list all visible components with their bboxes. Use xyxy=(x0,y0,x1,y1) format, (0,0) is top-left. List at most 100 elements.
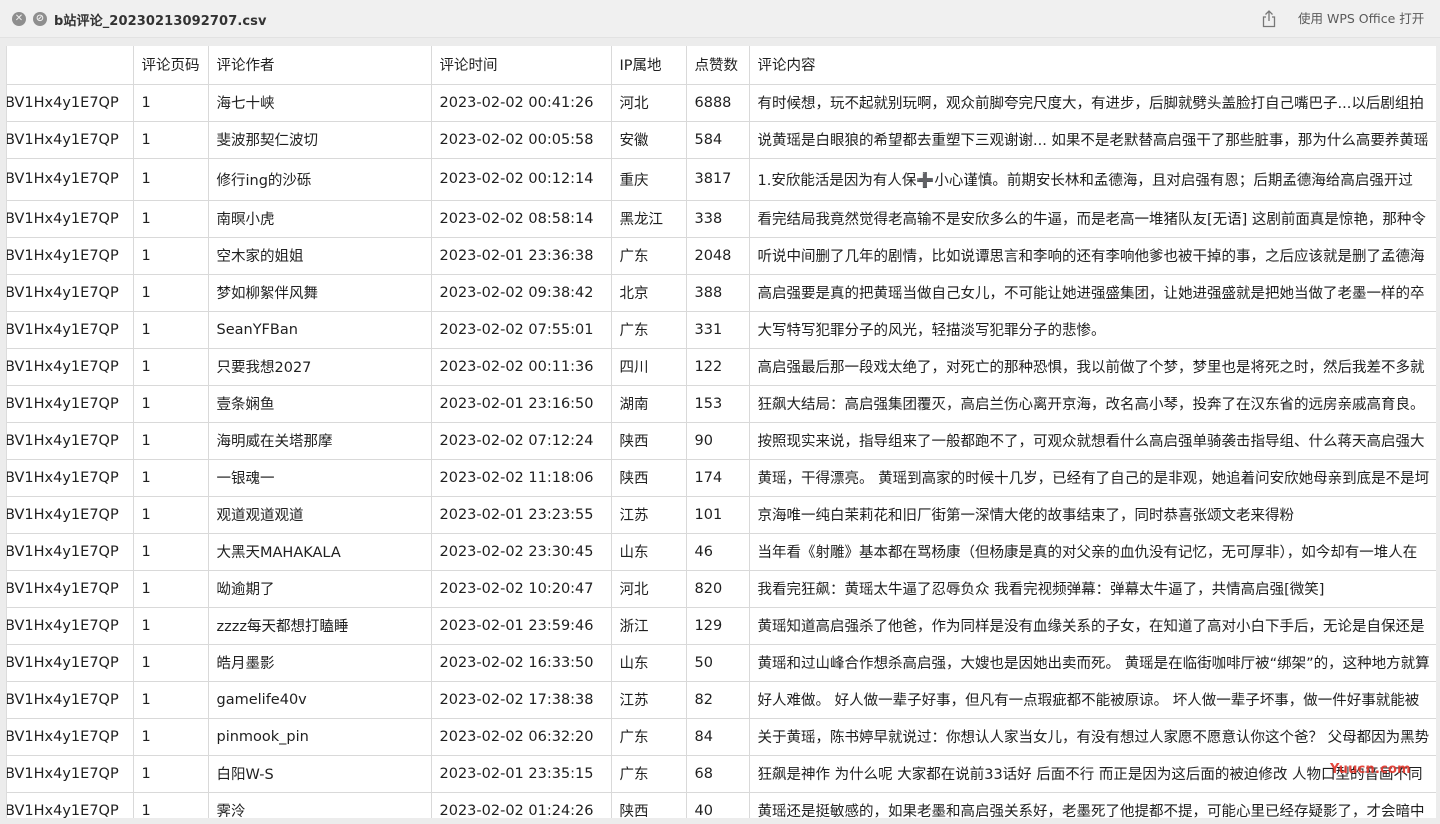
cell-ip[interactable]: 山东 xyxy=(611,533,687,571)
cell-video-id[interactable]: BV1Hx4y1E7QP xyxy=(7,792,134,818)
cell-ip[interactable]: 浙江 xyxy=(611,607,687,645)
cell-time[interactable]: 2023-02-01 23:35:15 xyxy=(431,755,612,793)
cell-time[interactable]: 2023-02-02 00:12:14 xyxy=(431,158,612,201)
cell-likes[interactable]: 584 xyxy=(686,121,750,159)
cell-time[interactable]: 2023-02-02 17:38:38 xyxy=(431,681,612,719)
cell-likes[interactable]: 174 xyxy=(686,459,750,497)
cell-content[interactable]: 京海唯一纯白茉莉花和旧厂街第一深情大佬的故事结束了，同时恭喜张颂文老来得粉 xyxy=(749,496,1436,534)
cell-author[interactable]: 修行ing的沙砾 xyxy=(208,158,432,201)
table-row[interactable]: BV1Hx4y1E7QP 1 梦如柳絮伴风舞 2023-02-02 09:38:42 北… xyxy=(7,274,1436,312)
cell-content[interactable]: 好人难做。 好人做一辈子好事，但凡有一点瑕疵都不能被原谅。 坏人做一辈子坏事，做… xyxy=(749,681,1436,719)
table-row[interactable]: BV1Hx4y1E7QP 1 一银魂一 2023-02-02 11:18:06 陕西 17… xyxy=(7,459,1436,497)
cell-author[interactable]: 海明威在关塔那摩 xyxy=(208,422,432,460)
cell-video-id[interactable]: BV1Hx4y1E7QP xyxy=(7,533,134,571)
cell-content[interactable]: 黄瑶，干得漂亮。 黄瑶到高家的时候十几岁，已经有了自己的是非观，她追着问安欣她母… xyxy=(749,459,1436,497)
header-cell-video-id[interactable] xyxy=(7,46,134,85)
cell-ip[interactable]: 安徽 xyxy=(611,121,687,159)
cell-author[interactable]: 空木家的姐姐 xyxy=(208,237,432,275)
cell-author[interactable]: gamelife40v xyxy=(208,681,432,719)
open-with-wps-button[interactable]: 使用 WPS Office 打开 xyxy=(1292,8,1430,30)
cell-content[interactable]: 说黄瑶是白眼狼的希望都去重塑下三观谢谢... 如果不是老默替高启强干了那些脏事，… xyxy=(749,121,1436,159)
table-row[interactable]: BV1Hx4y1E7QP 1 修行ing的沙砾 2023-02-02 00:12:14… xyxy=(7,158,1436,201)
cell-time[interactable]: 2023-02-01 23:23:55 xyxy=(431,496,612,534)
cell-video-id[interactable]: BV1Hx4y1E7QP xyxy=(7,84,134,122)
table-row[interactable]: BV1Hx4y1E7QP 1 海明威在关塔那摩 2023-02-02 07:12:24… xyxy=(7,422,1436,460)
cell-video-id[interactable]: BV1Hx4y1E7QP xyxy=(7,644,134,682)
cell-likes[interactable]: 820 xyxy=(686,570,750,608)
cell-ip[interactable]: 陕西 xyxy=(611,422,687,460)
cell-time[interactable]: 2023-02-01 23:16:50 xyxy=(431,385,612,423)
cell-video-id[interactable]: BV1Hx4y1E7QP xyxy=(7,570,134,608)
cell-page[interactable]: 1 xyxy=(133,533,209,571)
cell-content[interactable]: 1.安欣能活是因为有人保➕小心谨慎。前期安长林和孟德海，且对启强有恩；后期孟德海… xyxy=(749,158,1436,201)
cell-video-id[interactable]: BV1Hx4y1E7QP xyxy=(7,755,134,793)
cell-likes[interactable]: 122 xyxy=(686,348,750,386)
cell-time[interactable]: 2023-02-02 16:33:50 xyxy=(431,644,612,682)
header-cell-ip[interactable]: IP属地 xyxy=(611,46,687,85)
cell-page[interactable]: 1 xyxy=(133,607,209,645)
cell-video-id[interactable]: BV1Hx4y1E7QP xyxy=(7,385,134,423)
cell-content[interactable]: 我看完狂飙：黄瑶太牛逼了忍辱负众 我看完视频弹幕：弹幕太牛逼了，共情高启强[微笑… xyxy=(749,570,1436,608)
cell-ip[interactable]: 广东 xyxy=(611,755,687,793)
cell-content[interactable]: 当年看《射雕》基本都在骂杨康（但杨康是真的对父亲的血仇没有记忆，无可厚非），如今… xyxy=(749,533,1436,571)
cell-content[interactable]: 高启强要是真的把黄瑶当做自己女儿，不可能让她进强盛集团，让她进强盛就是把她当做了… xyxy=(749,274,1436,312)
cell-author[interactable]: 白阳W-S xyxy=(208,755,432,793)
cell-likes[interactable]: 84 xyxy=(686,718,750,756)
cell-page[interactable]: 1 xyxy=(133,718,209,756)
cell-likes[interactable]: 331 xyxy=(686,311,750,349)
cell-likes[interactable]: 68 xyxy=(686,755,750,793)
cell-ip[interactable]: 陕西 xyxy=(611,459,687,497)
cell-ip[interactable]: 黑龙江 xyxy=(611,200,687,238)
table-row[interactable]: BV1Hx4y1E7QP 1 南暝小虎 2023-02-02 08:58:14 黑龙江 3… xyxy=(7,200,1436,238)
spreadsheet-view[interactable]: 评论页码 评论作者 评论时间 IP属地 点赞数 评论内容 BV1Hx4y1E7Q… xyxy=(6,46,1436,818)
table-row[interactable]: BV1Hx4y1E7QP 1 斐波那契仁波切 2023-02-02 00:05:58 安… xyxy=(7,121,1436,159)
cell-author[interactable]: 梦如柳絮伴风舞 xyxy=(208,274,432,312)
cell-time[interactable]: 2023-02-02 11:18:06 xyxy=(431,459,612,497)
header-cell-page[interactable]: 评论页码 xyxy=(133,46,209,85)
cell-likes[interactable]: 40 xyxy=(686,792,750,818)
cell-page[interactable]: 1 xyxy=(133,570,209,608)
cell-author[interactable]: 只要我想2027 xyxy=(208,348,432,386)
cell-video-id[interactable]: BV1Hx4y1E7QP xyxy=(7,681,134,719)
cell-time[interactable]: 2023-02-02 06:32:20 xyxy=(431,718,612,756)
cell-author[interactable]: 观道观道观道 xyxy=(208,496,432,534)
cell-author[interactable]: 呦逾期了 xyxy=(208,570,432,608)
cell-author[interactable]: 壹条娴鱼 xyxy=(208,385,432,423)
header-cell-content[interactable]: 评论内容 xyxy=(749,46,1436,85)
table-row[interactable]: BV1Hx4y1E7QP 1 SeanYFBan 2023-02-02 07:55:0… xyxy=(7,311,1436,349)
cell-ip[interactable]: 重庆 xyxy=(611,158,687,201)
header-cell-time[interactable]: 评论时间 xyxy=(431,46,612,85)
cell-ip[interactable]: 广东 xyxy=(611,237,687,275)
cell-video-id[interactable]: BV1Hx4y1E7QP xyxy=(7,274,134,312)
cell-content[interactable]: 有时候想，玩不起就别玩啊，观众前脚夸完尺度大，有进步，后脚就劈头盖脸打自己嘴巴子… xyxy=(749,84,1436,122)
cell-time[interactable]: 2023-02-02 23:30:45 xyxy=(431,533,612,571)
cell-time[interactable]: 2023-02-01 23:36:38 xyxy=(431,237,612,275)
cell-video-id[interactable]: BV1Hx4y1E7QP xyxy=(7,459,134,497)
cell-page[interactable]: 1 xyxy=(133,496,209,534)
cell-video-id[interactable]: BV1Hx4y1E7QP xyxy=(7,121,134,159)
cell-author[interactable]: 皓月墨影 xyxy=(208,644,432,682)
cell-content[interactable]: 听说中间删了几年的剧情，比如说谭思言和李响的还有李响他爹也被干掉的事，之后应该就… xyxy=(749,237,1436,275)
cell-likes[interactable]: 90 xyxy=(686,422,750,460)
cell-content[interactable]: 高启强最后那一段戏太绝了，对死亡的那种恐惧，我以前做了个梦，梦里也是将死之时，然… xyxy=(749,348,1436,386)
cell-likes[interactable]: 101 xyxy=(686,496,750,534)
cell-author[interactable]: 斐波那契仁波切 xyxy=(208,121,432,159)
cell-author[interactable]: 南暝小虎 xyxy=(208,200,432,238)
cell-likes[interactable]: 6888 xyxy=(686,84,750,122)
cell-time[interactable]: 2023-02-02 00:05:58 xyxy=(431,121,612,159)
table-row[interactable]: BV1Hx4y1E7QP 1 gamelife40v 2023-02-02 17:38… xyxy=(7,681,1436,719)
table-row[interactable]: BV1Hx4y1E7QP 1 大黑天MAHAKALA 2023-02-02 23:30… xyxy=(7,533,1436,571)
cell-likes[interactable]: 129 xyxy=(686,607,750,645)
cell-author[interactable]: 霁泠 xyxy=(208,792,432,818)
header-cell-author[interactable]: 评论作者 xyxy=(208,46,432,85)
cell-time[interactable]: 2023-02-02 08:58:14 xyxy=(431,200,612,238)
cell-time[interactable]: 2023-02-02 09:38:42 xyxy=(431,274,612,312)
cell-page[interactable]: 1 xyxy=(133,422,209,460)
cell-time[interactable]: 2023-02-02 01:24:26 xyxy=(431,792,612,818)
cell-time[interactable]: 2023-02-02 07:55:01 xyxy=(431,311,612,349)
share-icon[interactable] xyxy=(1262,10,1276,28)
cell-page[interactable]: 1 xyxy=(133,237,209,275)
cell-page[interactable]: 1 xyxy=(133,348,209,386)
cell-video-id[interactable]: BV1Hx4y1E7QP xyxy=(7,496,134,534)
cell-page[interactable]: 1 xyxy=(133,792,209,818)
